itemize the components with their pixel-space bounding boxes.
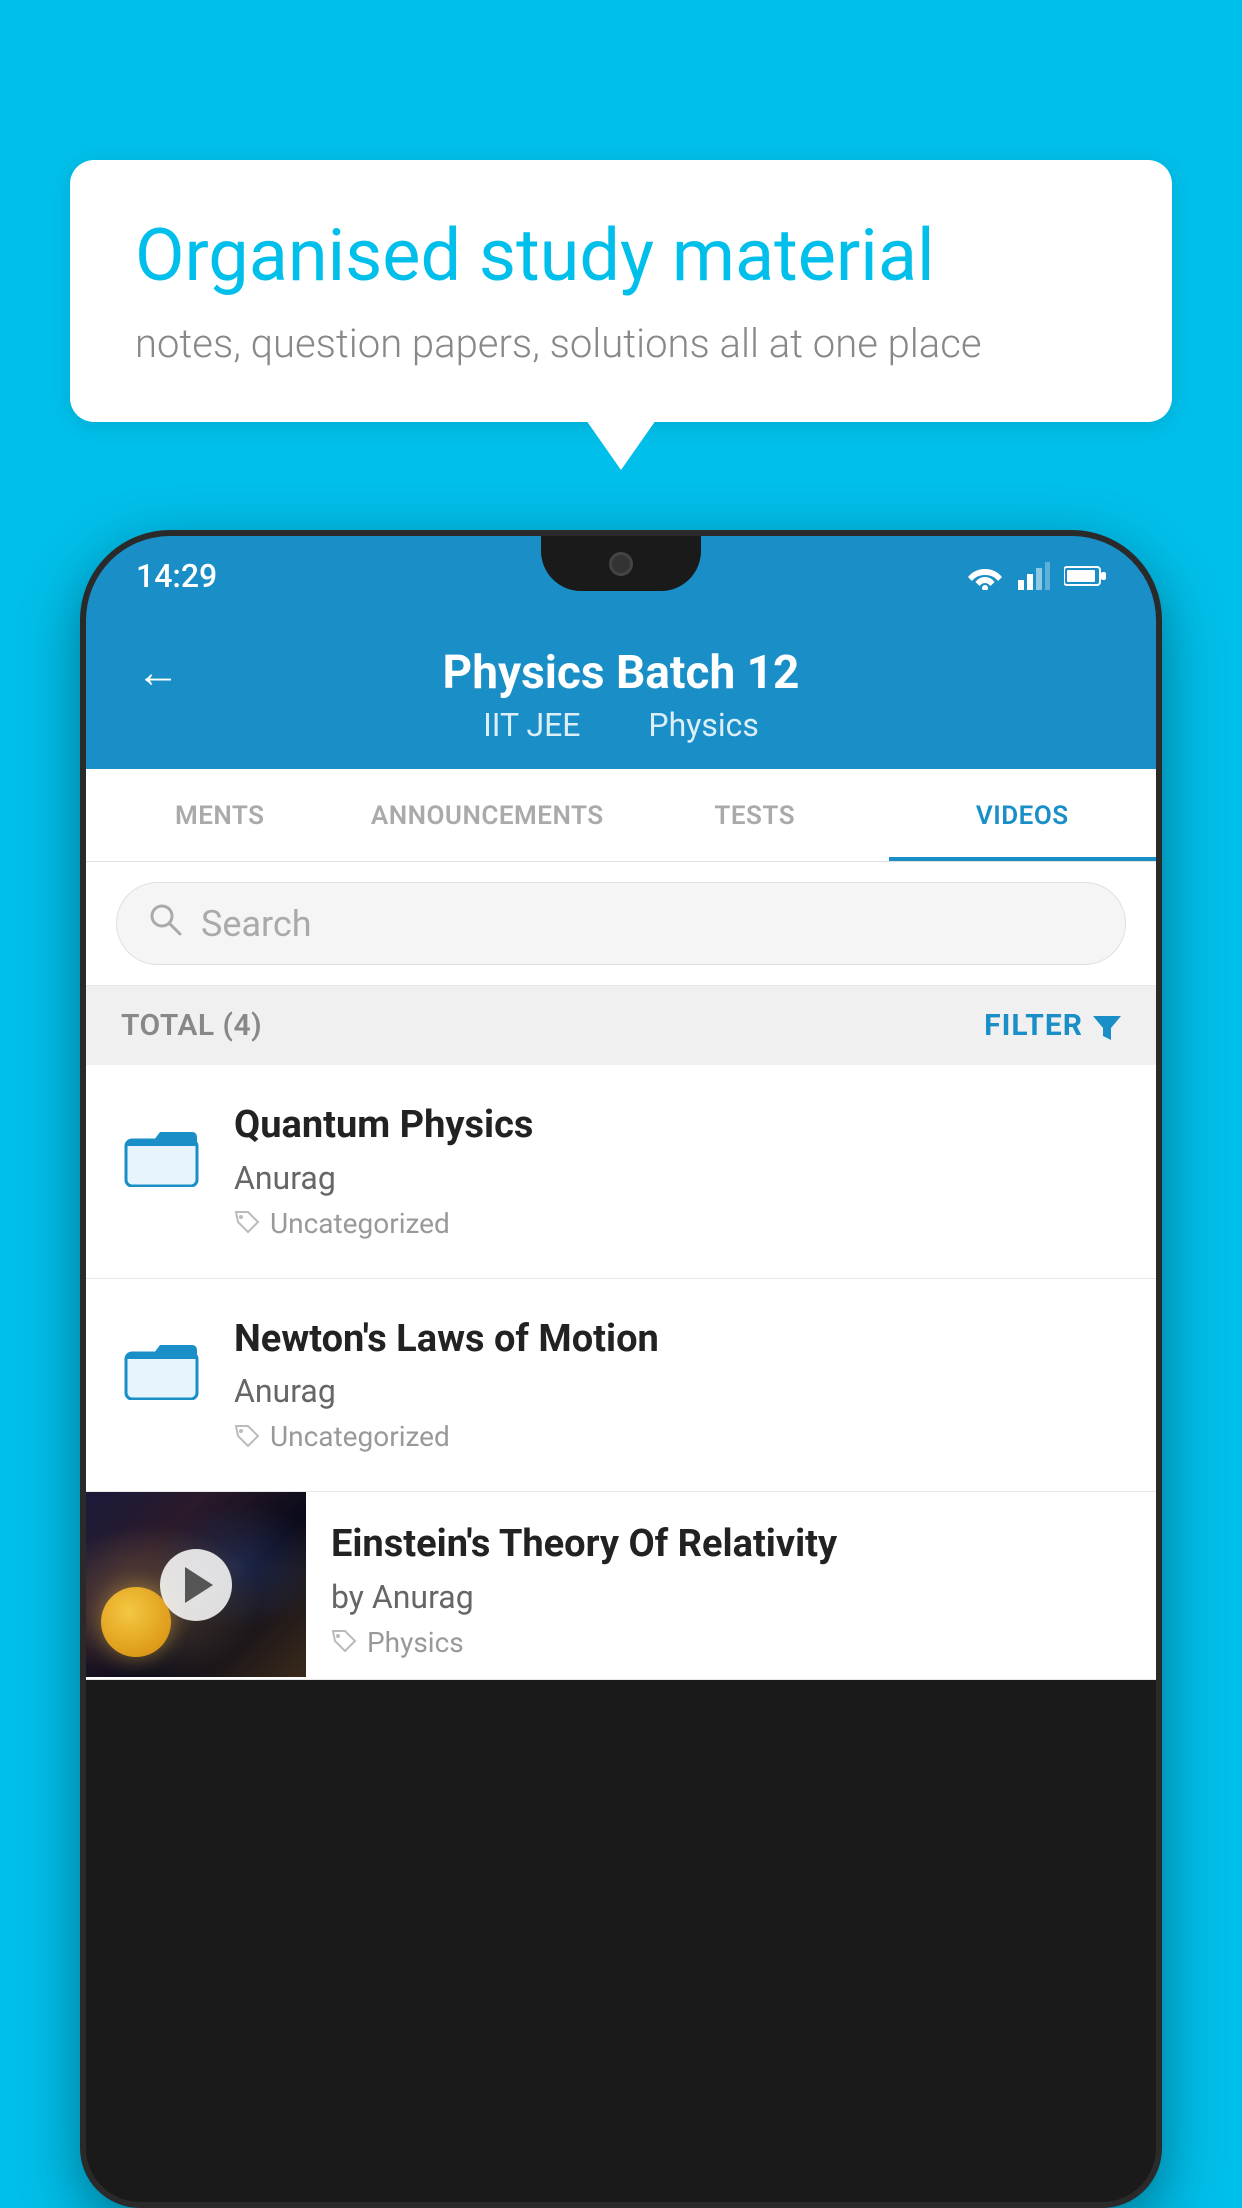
signal-icon xyxy=(1018,562,1050,590)
video-title-1: Quantum Physics xyxy=(234,1103,1126,1149)
status-bar: 14:29 xyxy=(86,536,1156,616)
tab-videos[interactable]: VIDEOS xyxy=(889,769,1157,861)
play-triangle-icon xyxy=(185,1567,213,1603)
battery-icon xyxy=(1064,565,1106,587)
tag-icon xyxy=(234,1424,260,1450)
notch xyxy=(541,536,701,591)
page-subtitle: IIT JEE Physics xyxy=(468,706,774,744)
video-info-3: Einstein's Theory Of Relativity by Anura… xyxy=(306,1492,1156,1679)
video-tag-label-3: Physics xyxy=(367,1626,464,1659)
filter-icon xyxy=(1093,1012,1121,1040)
wifi-icon xyxy=(966,562,1004,590)
filter-row: TOTAL (4) FILTER xyxy=(86,986,1156,1065)
search-placeholder: Search xyxy=(201,903,312,945)
video-list: Quantum Physics Anurag Uncategorized xyxy=(86,1065,1156,1680)
video-thumbnail-3 xyxy=(86,1492,306,1677)
back-button[interactable]: ← xyxy=(136,646,180,698)
video-folder-icon-1 xyxy=(116,1109,206,1199)
status-time: 14:29 xyxy=(136,557,217,595)
tab-tests[interactable]: TESTS xyxy=(621,769,889,861)
tag-icon xyxy=(331,1629,357,1655)
subtitle-physics: Physics xyxy=(648,706,759,744)
filter-button[interactable]: FILTER xyxy=(984,1008,1121,1043)
video-author-1: Anurag xyxy=(234,1159,1126,1197)
filter-label: FILTER xyxy=(984,1008,1083,1043)
bubble-subtext: notes, question papers, solutions all at… xyxy=(135,320,1107,367)
phone-frame: 14:29 xyxy=(80,530,1162,2208)
subtitle-iitjee: IIT JEE xyxy=(483,706,580,744)
speech-bubble-card: Organised study material notes, question… xyxy=(70,160,1172,422)
total-count: TOTAL (4) xyxy=(121,1008,262,1043)
page-title: Physics Batch 12 xyxy=(443,646,800,700)
search-bar-container: Search xyxy=(86,862,1156,986)
video-folder-icon-2 xyxy=(116,1323,206,1413)
tab-announcements[interactable]: ANNOUNCEMENTS xyxy=(354,769,622,861)
video-tag-1: Uncategorized xyxy=(234,1207,1126,1240)
volume-down-button xyxy=(80,816,84,876)
video-tag-3: Physics xyxy=(331,1626,1131,1659)
list-item[interactable]: Quantum Physics Anurag Uncategorized xyxy=(86,1065,1156,1279)
video-author-3: by Anurag xyxy=(331,1578,1131,1616)
front-camera xyxy=(609,552,633,576)
speech-bubble-section: Organised study material notes, question… xyxy=(70,160,1172,422)
video-info-1: Quantum Physics Anurag Uncategorized xyxy=(234,1103,1126,1240)
tab-ments[interactable]: MENTS xyxy=(86,769,354,861)
list-item[interactable]: Einstein's Theory Of Relativity by Anura… xyxy=(86,1492,1156,1680)
phone-screen: Search TOTAL (4) FILTER xyxy=(86,862,1156,1680)
search-bar[interactable]: Search xyxy=(116,882,1126,965)
video-tag-label-1: Uncategorized xyxy=(270,1207,450,1240)
app-header: ← Physics Batch 12 IIT JEE Physics xyxy=(86,616,1156,769)
list-item[interactable]: Newton's Laws of Motion Anurag Uncategor… xyxy=(86,1279,1156,1493)
video-title-2: Newton's Laws of Motion xyxy=(234,1317,1126,1363)
status-icons xyxy=(966,562,1106,590)
video-info-2: Newton's Laws of Motion Anurag Uncategor… xyxy=(234,1317,1126,1454)
volume-up-button xyxy=(80,736,84,796)
video-tag-label-2: Uncategorized xyxy=(270,1420,450,1453)
thumbnail-planet xyxy=(101,1587,171,1657)
tabs-bar: MENTS ANNOUNCEMENTS TESTS VIDEOS xyxy=(86,769,1156,862)
play-button[interactable] xyxy=(160,1549,232,1621)
video-tag-2: Uncategorized xyxy=(234,1420,1126,1453)
video-title-3: Einstein's Theory Of Relativity xyxy=(331,1522,1131,1568)
power-button xyxy=(1158,776,1162,866)
video-author-2: Anurag xyxy=(234,1372,1126,1410)
tag-icon xyxy=(234,1210,260,1236)
bubble-heading: Organised study material xyxy=(135,215,1107,298)
search-icon xyxy=(147,901,183,946)
